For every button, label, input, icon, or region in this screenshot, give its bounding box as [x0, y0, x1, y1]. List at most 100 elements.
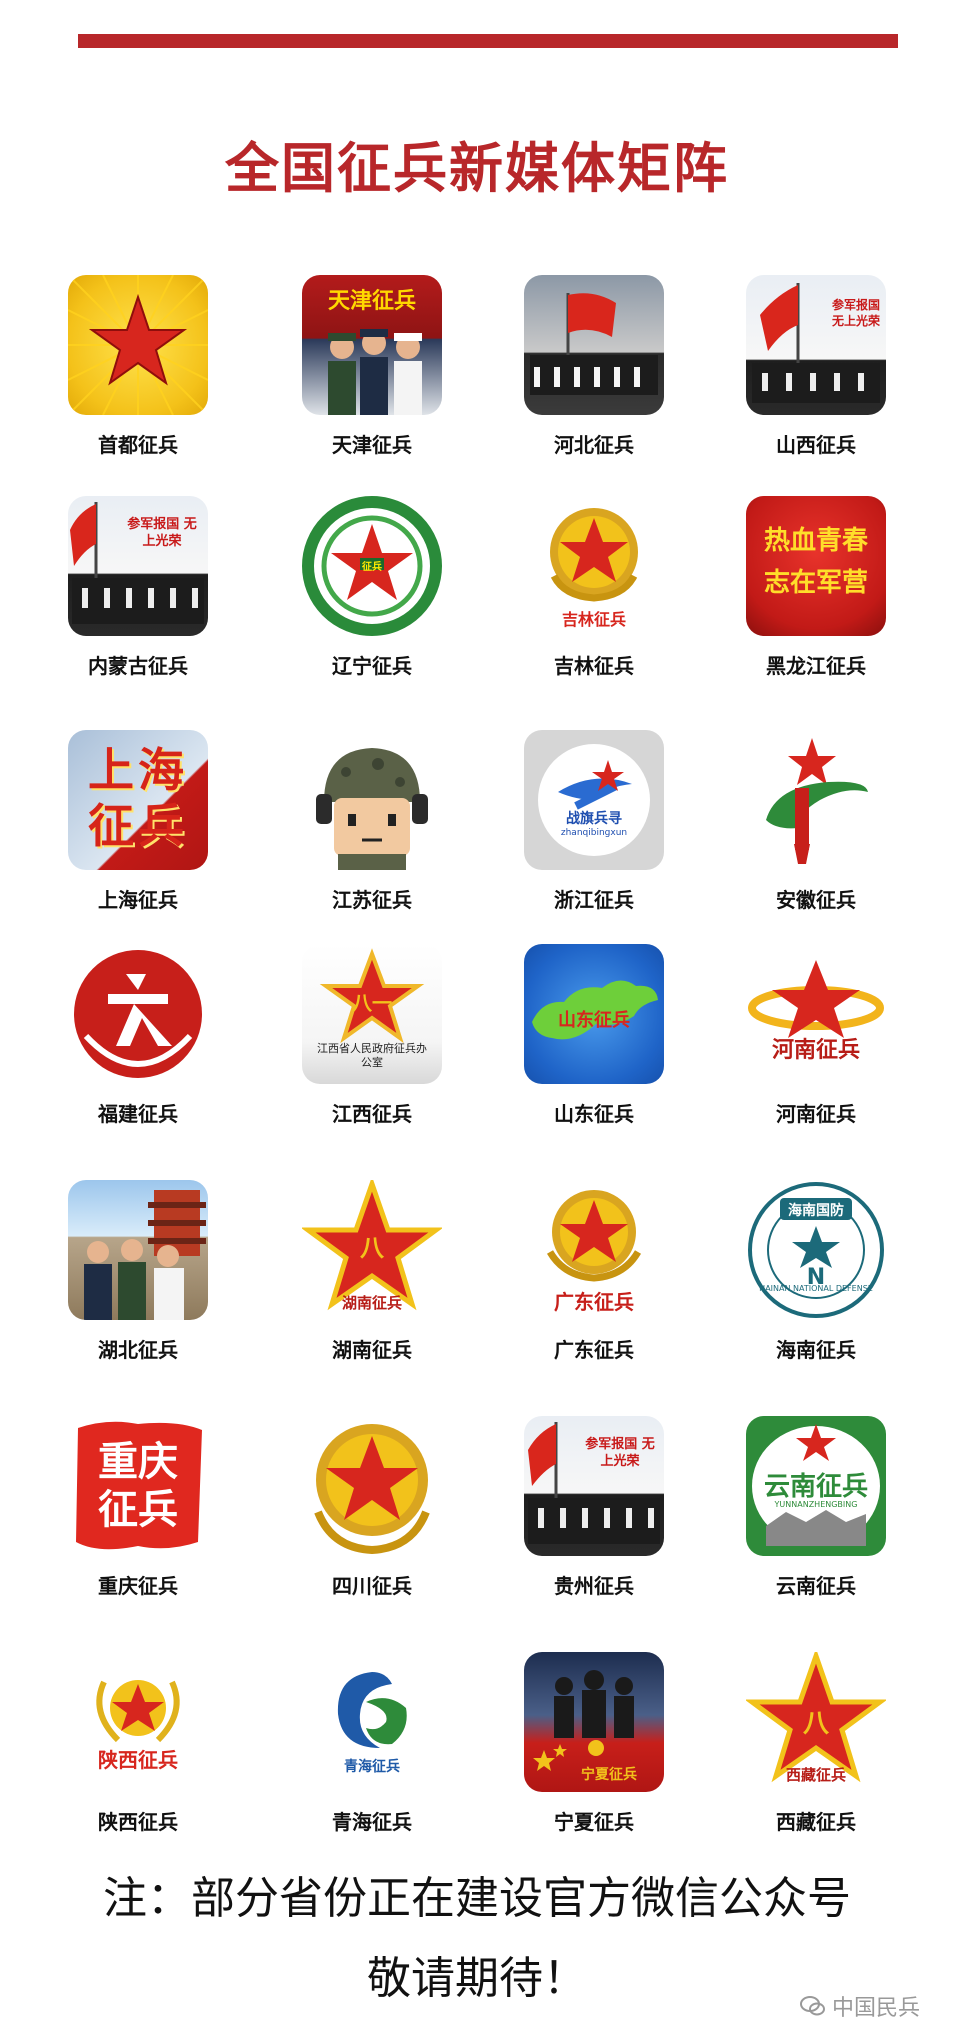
icon-caption: 天津征兵 [327, 288, 416, 314]
grid-item-label: 山西征兵 [776, 433, 856, 457]
icon-caption: 陕西征兵 [98, 1748, 178, 1772]
grid-item-yunnan[interactable]: 云南征兵 YUNNANZHENGBING 云南征兵 [726, 1416, 906, 1599]
shanghai-characters-icon[interactable]: 上海征兵 [68, 730, 208, 870]
grid-item-fujian[interactable]: 福建征兵 [48, 944, 228, 1127]
red-star-icon[interactable]: 八 湖南征兵 [302, 1180, 442, 1320]
army-emblem-icon[interactable]: 广东征兵 [524, 1180, 664, 1320]
army-emblem-icon[interactable]: 吉林征兵 [524, 496, 664, 636]
grid-item-hubei[interactable]: 湖北征兵 [48, 1180, 228, 1363]
svg-text:八一: 八一 [352, 991, 392, 1015]
parade-flag-icon[interactable]: 参军报国 无上光荣 [68, 496, 208, 636]
grid-item-label: 安徽征兵 [776, 888, 856, 912]
icon-subcaption: YUNNANZHENGBING [774, 1500, 858, 1509]
grid-item-heilongjiang[interactable]: 热血青春 志在军营 黑龙江征兵 [726, 496, 906, 679]
icon-subcaption: H N [806, 1240, 856, 1290]
grid-item-guizhou[interactable]: 参军报国 无上光荣 贵州征兵 [504, 1416, 684, 1599]
icon-caption: 参军报国 无上光荣 [127, 517, 197, 549]
grid-item-label: 首都征兵 [98, 433, 178, 457]
watermark: 中国民兵 [799, 1990, 920, 2022]
salute-soldiers-icon[interactable]: 天津征兵 [302, 275, 442, 415]
green-swirl-star-icon[interactable] [746, 730, 886, 870]
icon-caption: 吉林征兵 [561, 610, 626, 629]
grid-item-label: 陕西征兵 [98, 1810, 178, 1834]
grid-item-shanghai[interactable]: 上海征兵 上海征兵 [48, 730, 228, 913]
grid-item-label: 上海征兵 [98, 888, 178, 912]
grid-item-label: 宁夏征兵 [554, 1810, 634, 1834]
hainan-seal-icon[interactable]: 海南国防 H N HAINAN NATIONAL DEFENSE [746, 1180, 886, 1320]
grid-item-hunan[interactable]: 八 湖南征兵 湖南征兵 [282, 1180, 462, 1363]
grid-item-shandong[interactable]: 山东征兵 山东征兵 [504, 944, 684, 1127]
svg-text:八: 八 [803, 1709, 830, 1739]
grid-item-anhui[interactable]: 安徽征兵 [726, 730, 906, 913]
yunnan-logo-icon[interactable]: 云南征兵 YUNNANZHENGBING [746, 1416, 886, 1556]
grid-item-hainan[interactable]: 海南国防 H N HAINAN NATIONAL DEFENSE 海南征兵 [726, 1180, 906, 1363]
grid-item-sichuan[interactable]: 四川征兵 [282, 1416, 462, 1599]
parade-flag-icon[interactable]: 参军报国 无上光荣 [524, 1416, 664, 1556]
grid-item-shaanxi[interactable]: 陕西征兵 陕西征兵 [48, 1652, 228, 1835]
army-emblem-icon[interactable] [302, 1416, 442, 1556]
grid-item-chongqing[interactable]: 重庆征兵 重庆征兵 [48, 1416, 228, 1599]
wechat-icon [799, 1995, 826, 2017]
grid-item-label: 海南征兵 [776, 1338, 856, 1362]
grid-item-xizang[interactable]: 八 西藏征兵 西藏征兵 [726, 1652, 906, 1835]
grid-item-guangdong[interactable]: 广东征兵 广东征兵 [504, 1180, 684, 1363]
icon-caption: 青海征兵 [344, 1759, 400, 1775]
grid-item-label: 浙江征兵 [554, 888, 634, 912]
grid-item-label: 江西征兵 [332, 1102, 412, 1126]
blue-star-logo-icon[interactable]: 战旗兵寻 zhanqibingxun [524, 730, 664, 870]
grid-item-liaoning[interactable]: 征兵 辽宁征兵 [282, 496, 462, 679]
chongqing-characters-icon[interactable]: 重庆征兵 [68, 1416, 208, 1556]
red-star-icon[interactable]: 八 西藏征兵 [746, 1652, 886, 1792]
grid-item-label: 广东征兵 [554, 1338, 634, 1362]
grid-item-label: 湖北征兵 [98, 1338, 178, 1362]
grid-item-qinghai[interactable]: 青海征兵 青海征兵 [282, 1652, 462, 1835]
icon-caption: 广东征兵 [554, 1290, 634, 1314]
grid-item-label: 西藏征兵 [776, 1810, 856, 1834]
icon-caption: 西藏征兵 [785, 1766, 846, 1784]
icon-caption: 参军报国 无上光荣 [585, 1437, 655, 1469]
red-calligraphy-icon[interactable]: 热血青春 志在军营 [746, 496, 886, 636]
icon-caption: 宁夏征兵 [581, 1767, 637, 1783]
grid-item-label: 江苏征兵 [332, 888, 412, 912]
wreath-star-icon[interactable]: 陕西征兵 [68, 1652, 208, 1792]
grid-item-label: 云南征兵 [776, 1574, 856, 1598]
blue-swirl-icon[interactable]: 青海征兵 [302, 1652, 442, 1792]
sun-star-icon[interactable] [68, 275, 208, 415]
red-circle-logo-icon[interactable] [68, 944, 208, 1084]
grid-item-jiangsu[interactable]: 江苏征兵 [282, 730, 462, 913]
grid-item-tianjin[interactable]: 天津征兵 天津征兵 [282, 275, 462, 458]
parade-flag-icon[interactable]: 参军报国 无上光荣 [746, 275, 886, 415]
icon-caption: 山东征兵 [558, 1010, 630, 1031]
grid-item-beijing[interactable]: 首都征兵 [48, 275, 228, 458]
cartoon-soldier-icon[interactable] [302, 730, 442, 870]
great-wall-soldiers-icon[interactable] [68, 1180, 208, 1320]
star-ring-icon[interactable]: 河南征兵 [746, 944, 886, 1084]
icon-subcaption: zhanqibingxun [560, 828, 628, 838]
icon-ring-text: HAINAN NATIONAL DEFENSE [759, 1284, 873, 1293]
icon-caption: 湖南征兵 [341, 1294, 402, 1312]
grid-item-hebei[interactable]: 河北征兵 [504, 275, 684, 458]
grid-item-label: 重庆征兵 [98, 1574, 178, 1598]
icon-caption: 云南征兵 [763, 1472, 868, 1502]
icon-caption: 海南国防 [788, 1203, 844, 1219]
grid-item-label: 内蒙古征兵 [88, 654, 188, 678]
icon-caption: 征兵 [362, 562, 382, 573]
grid-item-jilin[interactable]: 吉林征兵 吉林征兵 [504, 496, 684, 679]
icon-caption: 热血青春 志在军营 [763, 526, 868, 598]
green-ring-star-icon[interactable]: 征兵 [302, 496, 442, 636]
map-logo-icon[interactable]: 山东征兵 [524, 944, 664, 1084]
icon-caption: 江西省人民政府征兵办公室 [317, 1042, 427, 1069]
red-star-emblem-icon[interactable]: 八一 江西省人民政府征兵办公室 [302, 944, 442, 1084]
grid-item-zhejiang[interactable]: 战旗兵寻 zhanqibingxun 浙江征兵 [504, 730, 684, 913]
grid-item-ningxia[interactable]: 宁夏征兵 宁夏征兵 [504, 1652, 684, 1835]
grid-item-label: 福建征兵 [98, 1102, 178, 1126]
grid-item-henan[interactable]: 河南征兵 河南征兵 [726, 944, 906, 1127]
flag-soldiers-icon[interactable]: 宁夏征兵 [524, 1652, 664, 1792]
grid-item-jiangxi[interactable]: 八一 江西省人民政府征兵办公室 江西征兵 [282, 944, 462, 1127]
icon-grid: 首都征兵 天津征兵 天津征兵 河北征兵 参军报国 无上光荣 山西征兵 参军报国 … [0, 0, 954, 2036]
parade-flag-icon[interactable] [524, 275, 664, 415]
grid-item-neimenggu[interactable]: 参军报国 无上光荣 内蒙古征兵 [48, 496, 228, 679]
grid-item-shanxi[interactable]: 参军报国 无上光荣 山西征兵 [726, 275, 906, 458]
grid-item-label: 湖南征兵 [332, 1338, 412, 1362]
grid-item-label: 吉林征兵 [554, 654, 634, 678]
